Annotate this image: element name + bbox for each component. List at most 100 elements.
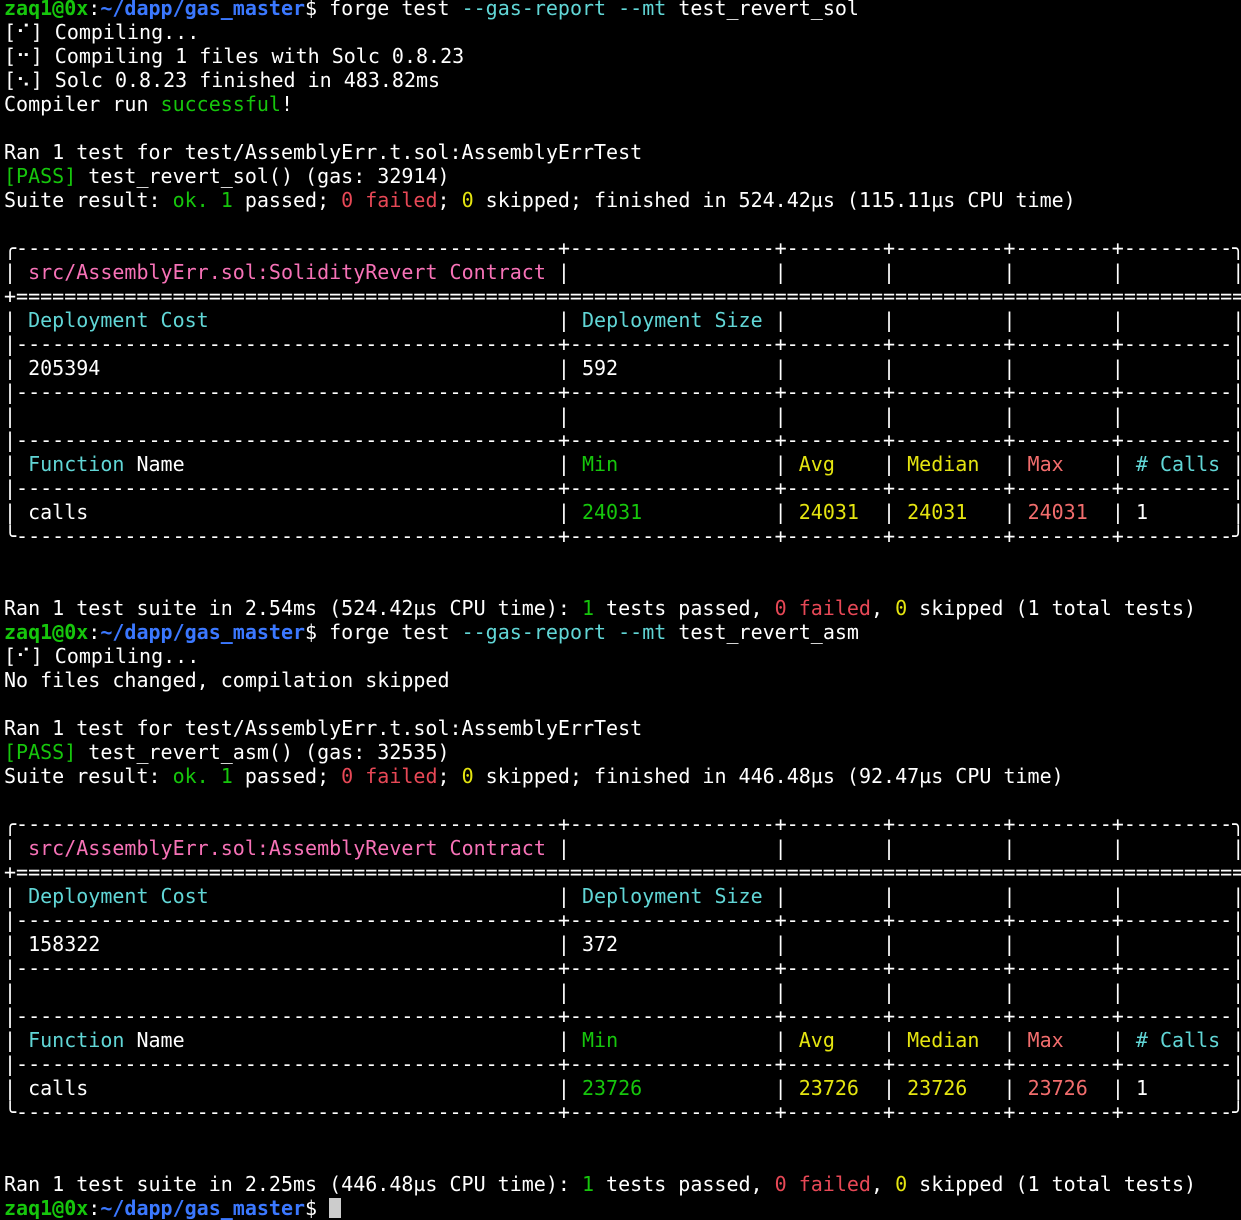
terminal-line: | | | | | | | bbox=[4, 404, 1241, 428]
terminal-text-segment: [⠢] Solc 0.8.23 finished in 483.82ms bbox=[4, 68, 441, 92]
terminal-text-segment: [⠊] Compiling... bbox=[4, 644, 200, 668]
terminal-text-segment: Compiler run bbox=[4, 92, 161, 116]
terminal-text-segment: Function bbox=[28, 1028, 125, 1052]
terminal-text-segment: | bbox=[967, 500, 1028, 524]
terminal-text-segment: 23726 bbox=[798, 1076, 859, 1100]
terminal-text-segment: : bbox=[88, 0, 101, 20]
terminal-line: Suite result: ok. 1 passed; 0 failed; 0 … bbox=[4, 188, 1241, 212]
terminal-text-segment: $ forge test bbox=[305, 0, 462, 20]
terminal-text-segment: |---------------------------------------… bbox=[4, 908, 1241, 932]
terminal-text-segment: | calls | bbox=[4, 500, 582, 524]
terminal-text-segment: ; bbox=[437, 764, 462, 788]
terminal-line: |---------------------------------------… bbox=[4, 380, 1241, 404]
terminal-text-segment: | bbox=[4, 884, 29, 908]
terminal-line: +=======================================… bbox=[4, 284, 1241, 308]
terminal-text-segment: |---------------------------------------… bbox=[4, 1052, 1241, 1076]
terminal-text-segment: | bbox=[208, 884, 582, 908]
terminal-text-segment: 0 bbox=[461, 764, 474, 788]
terminal-line: [PASS] test_revert_asm() (gas: 32535) bbox=[4, 740, 1241, 764]
terminal-text-segment: test_revert_asm bbox=[666, 620, 859, 644]
terminal-text-segment: |---------------------------------------… bbox=[4, 428, 1241, 452]
terminal-text-segment: |---------------------------------------… bbox=[4, 1004, 1241, 1028]
terminal-text-segment: : bbox=[88, 620, 101, 644]
terminal-line: |---------------------------------------… bbox=[4, 956, 1241, 980]
terminal-text-segment: ! bbox=[280, 92, 294, 116]
terminal-text-segment: 0 bbox=[461, 188, 474, 212]
terminal-line: | Function Name | Min | Avg | Median | M… bbox=[4, 1028, 1241, 1052]
terminal-text-segment: | bbox=[4, 260, 29, 284]
terminal-line: ╭---------------------------------------… bbox=[4, 236, 1241, 260]
terminal-text-segment: |---------------------------------------… bbox=[4, 332, 1241, 356]
terminal-line: +=======================================… bbox=[4, 860, 1241, 884]
terminal-text-segment: ~/dapp/gas_master bbox=[100, 620, 306, 644]
terminal-text-segment: | calls | bbox=[4, 1076, 582, 1100]
terminal-text-segment: tests passed, bbox=[594, 596, 775, 620]
terminal-text-segment: | bbox=[618, 1028, 799, 1052]
terminal-text-segment: | bbox=[618, 452, 799, 476]
terminal-text-segment: | | | | | bbox=[762, 308, 1241, 332]
terminal-text-segment: : bbox=[88, 1196, 101, 1220]
terminal-line: ╰---------------------------------------… bbox=[4, 1100, 1241, 1124]
terminal-text-segment: Deployment Size bbox=[582, 308, 763, 332]
terminal-text-segment: skipped; finished in 446.48µs (92.47µs C… bbox=[473, 764, 1064, 788]
terminal-line: | Deployment Cost | Deployment Size | | … bbox=[4, 308, 1241, 332]
terminal-text-segment: | bbox=[1063, 452, 1136, 476]
terminal-line: | | | | | | | bbox=[4, 980, 1241, 1004]
terminal-text-segment: 0 failed bbox=[774, 1172, 871, 1196]
terminal-text-segment: $ bbox=[305, 1196, 330, 1220]
terminal-text-segment: 0 failed bbox=[341, 188, 438, 212]
terminal-text-segment: | bbox=[642, 500, 799, 524]
terminal-text-segment: +=======================================… bbox=[4, 284, 1241, 308]
terminal-text-segment: | | | | | bbox=[762, 884, 1241, 908]
terminal-text-segment: ╭---------------------------------------… bbox=[4, 812, 1241, 836]
terminal-text-segment: Ran 1 test suite in 2.25ms (446.48µs CPU… bbox=[4, 1172, 582, 1196]
terminal-text-segment: successful bbox=[160, 92, 281, 116]
terminal-text-segment: Median bbox=[907, 452, 980, 476]
terminal-text-segment: | bbox=[4, 836, 29, 860]
terminal-line: ╭---------------------------------------… bbox=[4, 812, 1241, 836]
terminal-line: Ran 1 test for test/AssemblyErr.t.sol:As… bbox=[4, 716, 1241, 740]
terminal-text-segment: 1 bbox=[581, 1172, 595, 1196]
terminal-text-segment: | | | | | | | bbox=[4, 404, 1241, 428]
terminal-line: [⠊] Compiling... bbox=[4, 644, 1241, 668]
terminal-text-segment: | bbox=[4, 1028, 29, 1052]
terminal-line: ╰---------------------------------------… bbox=[4, 524, 1241, 548]
terminal-text-segment: passed; bbox=[232, 188, 342, 212]
terminal-text-segment: | bbox=[642, 1076, 799, 1100]
terminal-text-segment: ~/dapp/gas_master bbox=[100, 0, 306, 20]
terminal-line: zaq1@0x:~/dapp/gas_master$ forge test --… bbox=[4, 0, 1241, 20]
terminal-text-segment: [PASS] bbox=[4, 740, 77, 764]
terminal-text-segment: | bbox=[1232, 1028, 1241, 1052]
terminal-text-segment: +=======================================… bbox=[4, 860, 1241, 884]
terminal-line: | src/AssemblyErr.sol:AssemblyRevert Con… bbox=[4, 836, 1241, 860]
terminal-text-segment: | bbox=[208, 308, 582, 332]
terminal-text-segment: skipped (1 total tests) bbox=[907, 596, 1197, 620]
terminal-text-segment: 24031 bbox=[798, 500, 859, 524]
terminal-line: |---------------------------------------… bbox=[4, 908, 1241, 932]
terminal-line: |---------------------------------------… bbox=[4, 332, 1241, 356]
terminal-text-segment: Deployment Size bbox=[582, 884, 763, 908]
terminal-text-segment: | bbox=[4, 308, 29, 332]
terminal-text-segment: No files changed, compilation skipped bbox=[4, 668, 450, 692]
terminal-text-segment: | bbox=[858, 1076, 908, 1100]
terminal-line: Ran 1 test suite in 2.25ms (446.48µs CPU… bbox=[4, 1172, 1241, 1196]
terminal-text-segment: | bbox=[858, 500, 908, 524]
terminal-text-segment: | 1 | bbox=[1087, 1076, 1241, 1100]
terminal-text-segment: | | | | | | | bbox=[4, 980, 1241, 1004]
terminal-text-segment: 24031 bbox=[581, 500, 643, 524]
terminal-line: | 158322 | 372 | | | | | bbox=[4, 932, 1241, 956]
terminal-text-segment: [⠊] Compiling... bbox=[4, 20, 200, 44]
terminal-text-segment: Ran 1 test suite in 2.54ms (524.42µs CPU… bbox=[4, 596, 582, 620]
terminal-line: |---------------------------------------… bbox=[4, 1052, 1241, 1076]
terminal-text-segment: ; bbox=[437, 188, 462, 212]
terminal-text-segment: passed; bbox=[232, 764, 342, 788]
terminal-text-segment: 1 bbox=[220, 764, 233, 788]
text-cursor bbox=[329, 1198, 342, 1218]
terminal-text-segment: |---------------------------------------… bbox=[4, 380, 1241, 404]
terminal-text-segment: | bbox=[834, 452, 908, 476]
terminal-output[interactable]: zaq1@0x:~/dapp/gas_master$ forge test --… bbox=[4, 0, 1241, 1220]
terminal-window[interactable]: { "colors": { "background": "#000000", "… bbox=[0, 0, 1241, 1220]
